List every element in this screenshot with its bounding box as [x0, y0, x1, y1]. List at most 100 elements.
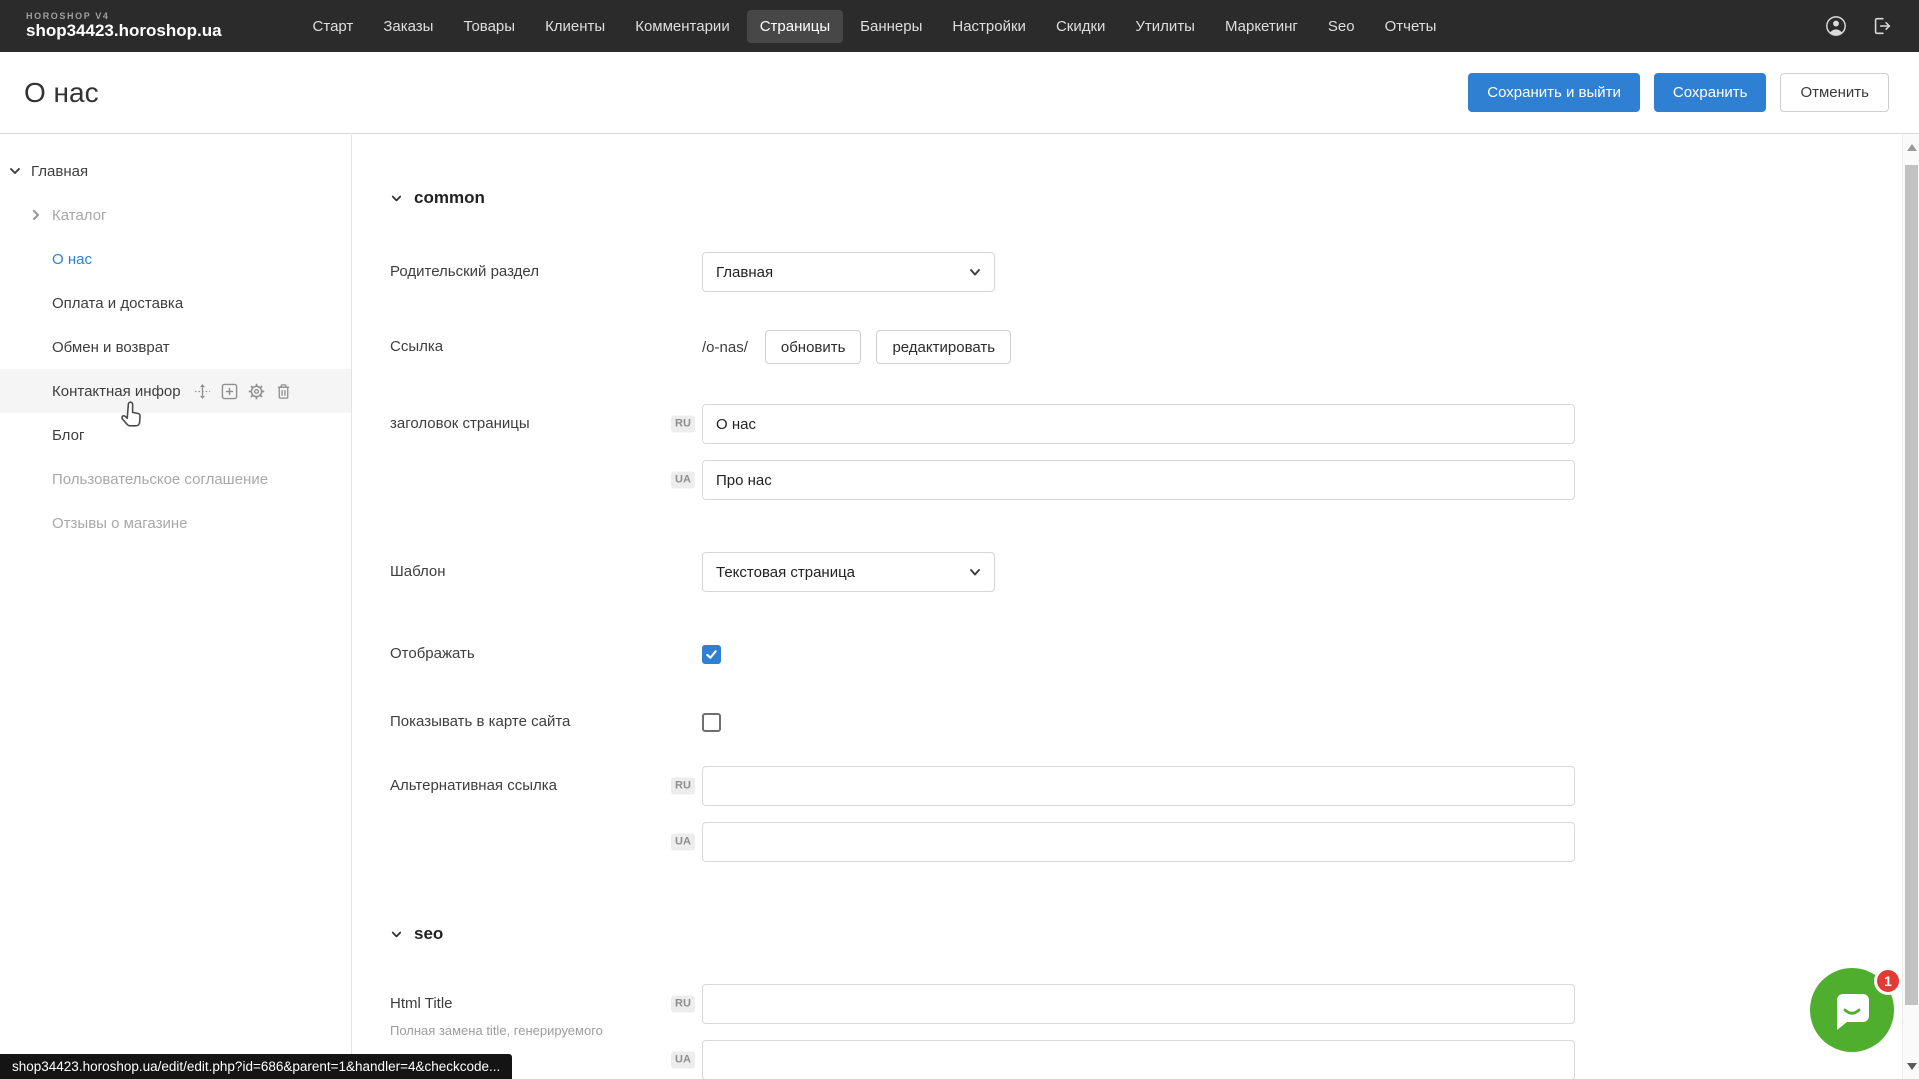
- parent-section-select[interactable]: Главная: [702, 252, 995, 292]
- lang-badge-ua: UA: [671, 472, 695, 489]
- parent-section-row: Родительский раздел Главная: [390, 252, 1898, 292]
- menu-item-products[interactable]: Товары: [450, 10, 528, 43]
- menu-item-banners[interactable]: Баннеры: [847, 10, 935, 43]
- alt-link-ua-input[interactable]: [702, 822, 1575, 862]
- tree-item-polzovatelskoe-soglashenie[interactable]: Пользовательское соглашение: [0, 457, 351, 501]
- link-value: /o-nas/: [702, 339, 748, 356]
- chevron-down-icon: [390, 192, 403, 205]
- template-value: Текстовая страница: [716, 564, 855, 581]
- lang-badge-ru: RU: [671, 416, 695, 433]
- display-row: Отображать: [390, 644, 1898, 664]
- template-select[interactable]: Текстовая страница: [702, 552, 995, 592]
- link-refresh-button[interactable]: обновить: [765, 330, 862, 364]
- tree-label: Оплата и доставка: [52, 295, 183, 312]
- lang-badge-ru: RU: [671, 778, 695, 795]
- tree-item-oplata-i-dostavka[interactable]: Оплата и доставка: [0, 281, 351, 325]
- menu-item-comments[interactable]: Комментарии: [622, 10, 742, 43]
- display-label: Отображать: [390, 644, 702, 664]
- html-title-row: Html Title Полная замена title, генериру…: [390, 984, 1898, 1079]
- alt-link-ru-input[interactable]: [702, 766, 1575, 806]
- main-menu: Старт Заказы Товары Клиенты Комментарии …: [300, 10, 1450, 43]
- sitemap-checkbox[interactable]: [702, 713, 721, 732]
- menu-item-discounts[interactable]: Скидки: [1043, 10, 1118, 43]
- settings-icon[interactable]: [248, 383, 265, 400]
- brand-logo[interactable]: HOROSHOP V4 shop34423.horoshop.ua: [26, 11, 222, 41]
- tree-label: Отзывы о магазине: [52, 515, 187, 532]
- page-title-row: заголовок страницы RU UA: [390, 404, 1898, 500]
- menu-item-clients[interactable]: Клиенты: [532, 10, 618, 43]
- template-row: Шаблон Текстовая страница: [390, 552, 1898, 592]
- cancel-button[interactable]: Отменить: [1780, 73, 1889, 112]
- alt-link-row: Альтернативная ссылка RU UA: [390, 766, 1898, 862]
- menu-item-marketing[interactable]: Маркетинг: [1212, 10, 1311, 43]
- parent-section-value: Главная: [716, 264, 773, 281]
- tree-item-katalog[interactable]: Каталог: [0, 193, 351, 237]
- tree-item-o-nas[interactable]: О нас: [0, 237, 351, 281]
- move-icon[interactable]: [194, 383, 211, 400]
- html-title-hint: Полная замена title, генерируемого: [390, 1021, 702, 1041]
- logout-icon[interactable]: [1871, 15, 1893, 37]
- brand-version: HOROSHOP V4: [26, 11, 222, 21]
- link-row: Ссылка /o-nas/ обновить редактировать: [390, 330, 1898, 364]
- chevron-down-icon: [969, 566, 981, 578]
- scroll-down-arrow-icon[interactable]: [1907, 1063, 1917, 1070]
- section-common-toggle[interactable]: common: [390, 188, 485, 208]
- tree-label: Блог: [52, 427, 84, 444]
- chat-bubble-icon: [1829, 988, 1875, 1032]
- page-title-ru-input[interactable]: [702, 404, 1575, 444]
- page-edit-form: common Родительский раздел Главная Ссылк…: [352, 135, 1898, 1079]
- link-preview-statusbar: shop34423.horoshop.ua/edit/edit.php?id=6…: [0, 1054, 512, 1079]
- menu-item-orders[interactable]: Заказы: [370, 10, 446, 43]
- html-title-label: Html Title: [390, 994, 702, 1014]
- html-title-ru-input[interactable]: [702, 984, 1575, 1024]
- tree-item-kontaktnaya-infor[interactable]: Контактная инфор: [0, 369, 351, 413]
- link-label: Ссылка: [390, 337, 702, 357]
- lang-badge-ua: UA: [671, 1052, 695, 1069]
- tree-item-blog[interactable]: Блог: [0, 413, 351, 457]
- tree-item-otzyvy-o-magazine[interactable]: Отзывы о магазине: [0, 501, 351, 545]
- chevron-down-icon[interactable]: [8, 164, 22, 178]
- page-title: О нас: [24, 77, 99, 109]
- chat-widget-button[interactable]: 1: [1810, 968, 1894, 1052]
- display-checkbox[interactable]: [702, 645, 721, 664]
- lang-badge-ua: UA: [671, 834, 695, 851]
- menu-item-start[interactable]: Старт: [300, 10, 367, 43]
- chevron-right-icon[interactable]: [29, 208, 43, 222]
- menu-item-pages[interactable]: Страницы: [747, 10, 843, 43]
- account-icon[interactable]: [1825, 15, 1847, 37]
- section-seo-toggle[interactable]: seo: [390, 924, 443, 944]
- save-and-exit-button[interactable]: Сохранить и выйти: [1468, 73, 1640, 112]
- html-title-ua-input[interactable]: [702, 1040, 1575, 1079]
- tree-label: Каталог: [52, 207, 107, 224]
- tree-label: О нас: [52, 251, 92, 268]
- page-header: О нас Сохранить и выйти Сохранить Отмени…: [0, 52, 1919, 134]
- section-common-title: common: [414, 188, 485, 208]
- menu-item-reports[interactable]: Отчеты: [1372, 10, 1450, 43]
- tree-label: Контактная инфор: [52, 383, 181, 400]
- chevron-down-icon: [969, 266, 981, 278]
- menu-item-settings[interactable]: Настройки: [939, 10, 1039, 43]
- top-navigation-bar: HOROSHOP V4 shop34423.horoshop.ua Старт …: [0, 0, 1919, 52]
- menu-item-utilities[interactable]: Утилиты: [1122, 10, 1208, 43]
- tree-item-glavnaya[interactable]: Главная: [0, 149, 351, 193]
- tree-label: Главная: [31, 163, 88, 180]
- page-title-label: заголовок страницы: [390, 404, 702, 434]
- save-button[interactable]: Сохранить: [1654, 73, 1767, 112]
- tree-item-obmen-i-vozvrat[interactable]: Обмен и возврат: [0, 325, 351, 369]
- link-edit-button[interactable]: редактировать: [876, 330, 1011, 364]
- vertical-scrollbar[interactable]: [1902, 135, 1919, 1079]
- scrollbar-thumb[interactable]: [1905, 165, 1918, 1005]
- scroll-up-arrow-icon[interactable]: [1907, 144, 1917, 151]
- section-seo-title: seo: [414, 924, 443, 944]
- chat-unread-badge: 1: [1874, 967, 1902, 995]
- tree-label: Пользовательское соглашение: [52, 471, 268, 488]
- delete-icon[interactable]: [275, 383, 292, 400]
- add-icon[interactable]: [221, 383, 238, 400]
- template-label: Шаблон: [390, 562, 702, 582]
- lang-badge-ru: RU: [671, 996, 695, 1013]
- sitemap-label: Показывать в карте сайта: [390, 712, 702, 732]
- alt-link-label: Альтернативная ссылка: [390, 766, 702, 796]
- sitemap-row: Показывать в карте сайта: [390, 712, 1898, 732]
- menu-item-seo[interactable]: Seo: [1315, 10, 1368, 43]
- page-title-ua-input[interactable]: [702, 460, 1575, 500]
